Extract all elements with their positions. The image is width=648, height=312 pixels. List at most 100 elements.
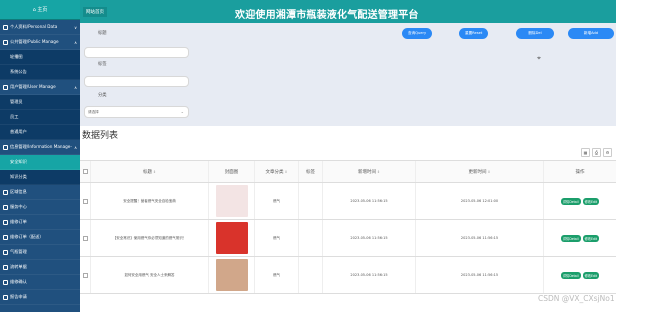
row-checkbox[interactable] xyxy=(82,235,88,241)
sidebar-item-label: 管理员 xyxy=(10,99,23,104)
sidebar-item[interactable]: 轮播图 xyxy=(0,50,80,65)
detail-button[interactable]: 详情Detail xyxy=(560,271,581,279)
list-title: 数据列表 xyxy=(82,131,119,141)
cover-image xyxy=(215,222,248,254)
sidebar-item[interactable]: 个人资料/Personal Data ∨ xyxy=(0,20,80,35)
chevron-icon: ∨ xyxy=(74,24,77,30)
sidebar-item-label: 知识分类 xyxy=(10,174,27,179)
menu-icon xyxy=(3,39,8,45)
reset-button[interactable]: 重置Reset xyxy=(459,28,489,39)
col-header-category[interactable]: 文章分类 ⇕ xyxy=(255,161,299,182)
cover-image xyxy=(215,185,248,217)
menu-icon xyxy=(3,189,8,195)
title-label: 标题 xyxy=(98,31,107,36)
menu-icon xyxy=(3,264,8,270)
menu-icon xyxy=(3,234,8,240)
cell-category: 燃气 xyxy=(255,183,299,219)
col-header-title[interactable]: 标题 ⇕ xyxy=(91,161,209,182)
sidebar-item[interactable]: 员工 xyxy=(0,110,80,125)
sidebar-item[interactable]: 维修确认 xyxy=(0,275,80,290)
sidebar-item[interactable]: 用户管理/User Manage ∧ xyxy=(0,80,80,95)
data-table: 标题 ⇕ 封面图 文章分类 ⇕ 标签 新增时间 ⇕ 更新时间 ⇕ 操作 安全提醒！营者燃… xyxy=(80,160,616,294)
sidebar-item[interactable]: 报告申请 xyxy=(0,290,80,305)
sidebar-item-label: 信息管理/Information Manage- xyxy=(10,144,72,149)
menu-icon xyxy=(3,204,8,210)
right-margin xyxy=(616,0,648,312)
menu-icon xyxy=(3,294,8,300)
sidebar-item[interactable]: 知识分类 xyxy=(0,170,80,185)
chevron-icon: ∧ xyxy=(74,84,77,90)
cell-updated: 2023-05-06 11:56:15 xyxy=(416,220,544,256)
table-row[interactable]: 安全提醒！营者燃气安全自检宝典 燃气 2023-05-06 11:56:15 2023… xyxy=(80,183,616,220)
col-header-updated[interactable]: 更新时间 ⇕ xyxy=(416,161,544,182)
select-all-checkbox[interactable] xyxy=(82,169,88,174)
menu-icon xyxy=(3,219,8,225)
edit-button[interactable]: 修改Edit xyxy=(582,197,600,205)
page-title: 欢迎使用湘潭市瓶装液化气配送管理平台 xyxy=(235,10,419,21)
grid-icon[interactable]: ▦ xyxy=(581,148,590,157)
sidebar-item[interactable]: 信息管理/Information Manage- ∧ xyxy=(0,140,80,155)
delete-button[interactable]: 删除Del xyxy=(516,28,554,39)
sidebar-item-label: 员工 xyxy=(10,114,19,119)
mouse-cursor-icon: ⌖ xyxy=(537,54,541,62)
category-select[interactable]: 请选择 ⌄ xyxy=(84,106,189,118)
table-row[interactable]: 如何安全用燃气 安全人士来解答 燃气 2023-05-06 11:56:15 2023… xyxy=(80,257,616,294)
detail-button[interactable]: 详情Detail xyxy=(560,234,581,242)
site-home-link[interactable]: 网站首页 xyxy=(83,6,107,17)
sidebar-item[interactable]: 管理员 xyxy=(0,95,80,110)
sidebar-item[interactable]: 气瓶管理 xyxy=(0,245,80,260)
sidebar-item-label: 个人资料/Personal Data xyxy=(10,24,58,29)
detail-button[interactable]: 详情Detail xyxy=(560,197,581,205)
menu-icon xyxy=(3,279,8,285)
menu-icon xyxy=(3,24,8,30)
cell-title: 如何安全用燃气 安全人士来解答 xyxy=(91,257,209,293)
sidebar-item[interactable]: 维修订单 xyxy=(0,215,80,230)
sidebar-item[interactable]: 普通用户 xyxy=(0,125,80,140)
sidebar-item-label: 普通用户 xyxy=(10,129,27,134)
cell-created: 2023-05-06 11:56:15 xyxy=(323,257,416,293)
sidebar-item-label: 轮播图 xyxy=(10,54,23,59)
cover-image xyxy=(215,259,248,291)
top-header: 网站首页 欢迎使用湘潭市瓶装液化气配送管理平台 xyxy=(80,0,616,23)
chevron-icon: ∧ xyxy=(74,39,77,45)
sidebar-item-label: 维修确认 xyxy=(10,279,27,284)
col-header-cover: 封面图 xyxy=(209,161,255,182)
filter-panel: 标题 标签 分类 请选择 ⌄ 查询Query 重置Reset 删除Del 新增A… xyxy=(80,23,616,126)
sidebar-item[interactable]: 维修订单（配送） xyxy=(0,230,80,245)
menu-icon xyxy=(3,249,8,255)
edit-button[interactable]: 修改Edit xyxy=(582,234,600,242)
row-checkbox[interactable] xyxy=(82,198,88,204)
menu-icon xyxy=(3,84,8,90)
cell-category: 燃气 xyxy=(255,220,299,256)
home-button[interactable]: ⌂ 主页 xyxy=(0,0,80,20)
sidebar-item-label: 维修订单（配送） xyxy=(10,234,44,239)
sidebar-item[interactable]: 区域信息 xyxy=(0,185,80,200)
table-header-row: 标题 ⇕ 封面图 文章分类 ⇕ 标签 新增时间 ⇕ 更新时间 ⇕ 操作 xyxy=(80,161,616,183)
sidebar-item-label: 报告申请 xyxy=(10,294,27,299)
add-button[interactable]: 新增Add xyxy=(568,28,614,39)
sidebar-item[interactable]: 安全知识 xyxy=(0,155,80,170)
row-checkbox[interactable] xyxy=(82,272,88,278)
cell-updated: 2023-05-06 11:56:15 xyxy=(416,257,544,293)
edit-button[interactable]: 修改Edit xyxy=(582,271,600,279)
print-icon[interactable]: ⎙ xyxy=(592,148,601,157)
tag-input[interactable] xyxy=(84,76,189,87)
menu-icon xyxy=(3,144,8,150)
query-button[interactable]: 查询Query xyxy=(402,28,433,39)
sidebar-item[interactable]: 服务中心 xyxy=(0,200,80,215)
cell-tag xyxy=(299,220,323,256)
sidebar-item-label: 服务中心 xyxy=(10,204,27,209)
title-input[interactable] xyxy=(84,47,189,58)
sidebar-item[interactable]: 流转单据 xyxy=(0,260,80,275)
sidebar-item[interactable]: 公共管理/Public Manage ∧ xyxy=(0,35,80,50)
sidebar-item-label: 系统公告 xyxy=(10,69,27,74)
col-header-created[interactable]: 新增时间 ⇕ xyxy=(323,161,416,182)
table-row[interactable]: 【安全常识】使用燃气你必须知道的燃气常识！ 燃气 2023-05-06 11:56:… xyxy=(80,220,616,257)
category-select-value: 请选择 xyxy=(88,109,99,114)
settings-icon[interactable]: ⚙ xyxy=(603,148,612,157)
sidebar-item[interactable]: 系统公告 xyxy=(0,65,80,80)
col-header-tag: 标签 xyxy=(299,161,323,182)
sidebar-item-label: 用户管理/User Manage xyxy=(10,84,56,89)
sidebar-item-label: 公共管理/Public Manage xyxy=(10,39,59,44)
sidebar: ⌂ 主页 个人资料/Personal Data ∨ 公共管理/Public Mana… xyxy=(0,0,80,312)
